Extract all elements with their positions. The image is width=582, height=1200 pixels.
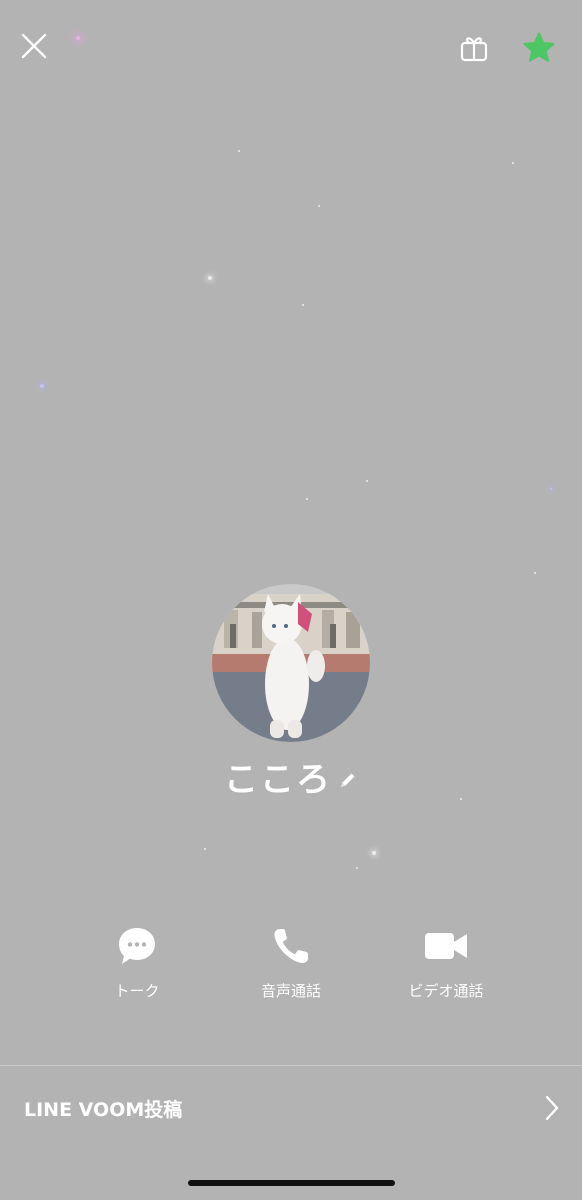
profile-actions: トーク 音声通話 ビデオ通話 [0, 922, 582, 1012]
pencil-icon [341, 773, 355, 787]
sparkle-decoration [534, 572, 536, 574]
sparkle-decoration [512, 162, 514, 164]
sparkle-decoration [356, 867, 358, 869]
sparkle-decoration [366, 480, 368, 482]
sparkle-decoration [76, 36, 80, 40]
sparkle-decoration [204, 848, 206, 850]
home-indicator[interactable] [188, 1180, 395, 1186]
profile-avatar[interactable] [212, 584, 370, 742]
line-voom-label: LINE VOOM投稿 [24, 1098, 183, 1121]
profile-name: こころ [224, 760, 332, 800]
profile-screen: こころ トーク 音声通話 ビデオ通話 LINE VOOM投稿 [0, 0, 582, 1200]
voice-call-label: 音声通話 [260, 982, 321, 1000]
line-voom-posts-row[interactable]: LINE VOOM投稿 [0, 1066, 582, 1150]
sparkle-decoration [302, 304, 304, 306]
sparkle-decoration [40, 384, 44, 388]
video-camera-icon [425, 933, 467, 959]
close-button[interactable] [14, 26, 54, 66]
video-call-button[interactable]: ビデオ通話 [386, 922, 506, 1001]
talk-label: トーク [114, 982, 160, 1000]
sparkle-decoration [550, 488, 552, 490]
gift-icon [460, 37, 488, 62]
gift-button[interactable] [454, 28, 494, 68]
sparkle-decoration [372, 851, 376, 855]
video-call-label: ビデオ通話 [408, 982, 484, 1000]
edit-name-button[interactable] [338, 770, 358, 794]
chat-bubble-icon [119, 928, 155, 964]
profile-name-row: こころ [0, 752, 582, 801]
sparkle-decoration [238, 150, 240, 152]
favorite-button[interactable] [518, 28, 560, 68]
close-icon [21, 33, 47, 59]
avatar-photo [212, 584, 370, 742]
talk-button[interactable]: トーク [77, 922, 197, 1001]
star-icon [523, 32, 555, 62]
chevron-right-icon [545, 1095, 559, 1121]
phone-icon [274, 929, 308, 964]
sparkle-decoration [306, 498, 308, 500]
sparkle-decoration [318, 205, 320, 207]
sparkle-decoration [208, 276, 212, 280]
voice-call-button[interactable]: 音声通話 [231, 922, 351, 1001]
